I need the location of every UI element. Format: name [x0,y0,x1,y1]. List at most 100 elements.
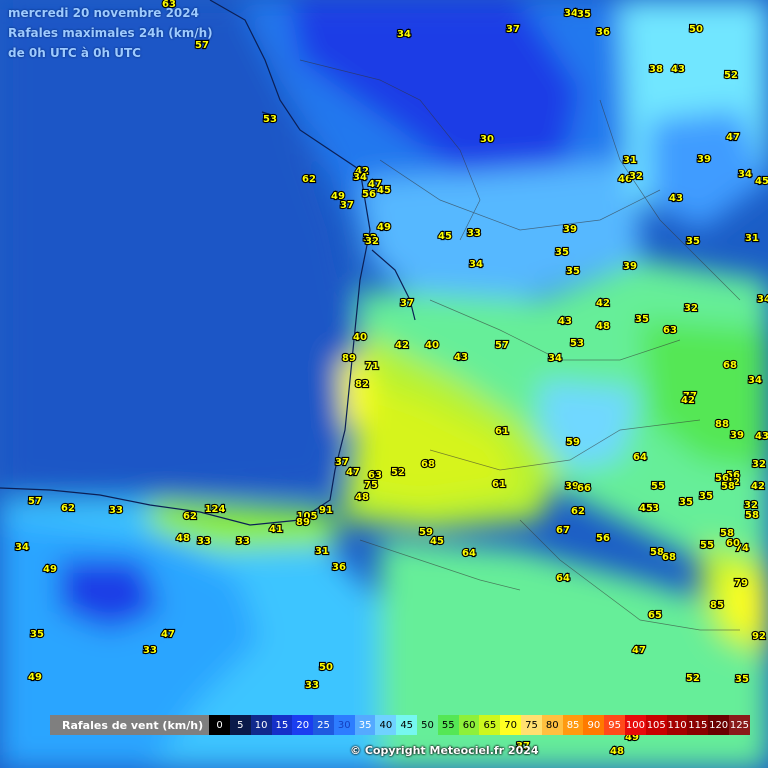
legend-swatch: 40 [375,715,397,735]
map-period: de 0h UTC à 0h UTC [8,46,141,60]
map-date: mercredi 20 novembre 2024 [8,6,199,20]
station-gust-value: 35 [686,236,700,247]
station-gust-value: 34 [15,542,29,553]
station-gust-value: 30 [480,134,494,145]
station-gust-value: 88 [715,419,729,430]
station-gust-value: 45 [377,185,391,196]
legend-swatch: 25 [313,715,334,735]
legend-swatch: 105 [645,715,667,735]
station-gust-value: 38 [649,64,663,75]
legend-swatch: 60 [458,715,480,735]
legend-swatch: 35 [354,715,376,735]
station-gust-value: 52 [391,467,405,478]
station-gust-value: 35 [566,266,580,277]
legend-swatch: 50 [417,715,438,735]
gust-field [0,0,768,768]
station-gust-value: 34 [738,169,752,180]
station-gust-value: 47 [632,645,646,656]
station-gust-value: 62 [183,511,197,522]
station-gust-value: 47 [346,467,360,478]
station-gust-value: 67 [556,525,570,536]
station-gust-value: 66 [577,483,591,494]
legend-swatch: 10 [250,715,272,735]
legend-swatch: 95 [604,715,626,735]
legend-swatch: 15 [271,715,293,735]
legend-swatch: 125 [729,715,750,735]
station-gust-value: 62 [571,506,585,517]
station-gust-value: 42 [395,340,409,351]
station-gust-value: 64 [556,573,570,584]
station-gust-value: 34 [469,259,483,270]
station-gust-value: 45 [755,176,768,187]
station-gust-value: 34 [564,8,578,19]
station-gust-value: 45 [639,503,653,514]
station-gust-value: 35 [555,247,569,258]
station-gust-value: 33 [467,228,481,239]
station-gust-value: 36 [596,27,610,38]
station-gust-value: 34 [397,29,411,40]
legend-swatch: 45 [396,715,418,735]
station-gust-value: 58 [745,510,759,521]
station-gust-value: 62 [302,174,316,185]
station-gust-value: 45 [438,231,452,242]
station-gust-value: 49 [377,222,391,233]
station-gust-value: 34 [748,375,762,386]
color-legend: Rafales de vent (km/h) 0 5 10 15 20 25 30 35 40 4… [50,715,750,735]
station-gust-value: 37 [506,24,520,35]
station-gust-value: 35 [679,497,693,508]
station-gust-value: 68 [421,459,435,470]
station-gust-value: 35 [735,674,749,685]
station-gust-value: 31 [745,233,759,244]
station-gust-value: 57 [28,496,42,507]
legend-swatch: 0 [209,715,230,735]
station-gust-value: 31 [623,155,637,166]
station-gust-value: 60 [726,538,740,549]
station-gust-value: 64 [462,548,476,559]
station-gust-value: 68 [662,552,676,563]
station-gust-value: 79 [734,578,748,589]
station-gust-value: 48 [610,746,624,757]
station-gust-value: 43 [671,64,685,75]
legend-swatch: 120 [708,715,730,735]
station-gust-value: 33 [109,505,123,516]
station-gust-value: 40 [353,332,367,343]
legend-swatch: 5 [229,715,251,735]
station-gust-value: 32 [365,236,379,247]
station-gust-value: 33 [236,536,250,547]
legend-swatch: 90 [583,715,605,735]
station-gust-value: 91 [319,505,333,516]
station-gust-value: 42 [681,395,695,406]
station-gust-value: 55 [700,540,714,551]
station-gust-value: 64 [633,452,647,463]
station-gust-value: 32 [752,459,766,470]
station-gust-value: 33 [197,536,211,547]
station-gust-value: 56 [362,189,376,200]
legend-swatch: 115 [687,715,709,735]
legend-swatch: 75 [521,715,542,735]
station-gust-value: 35 [30,629,44,640]
station-gust-value: 62 [61,503,75,514]
station-gust-value: 31 [315,546,329,557]
station-gust-value: 55 [651,481,665,492]
station-gust-value: 39 [697,154,711,165]
station-gust-value: 43 [669,193,683,204]
station-gust-value: 124 [205,504,226,515]
station-gust-value: 52 [686,673,700,684]
station-gust-value: 37 [340,200,354,211]
station-gust-value: 63 [663,325,677,336]
copyright-notice: © Copyright Meteociel.fr 2024 [350,744,539,757]
legend-swatch: 70 [500,715,522,735]
legend-swatch: 80 [541,715,563,735]
station-gust-value: 56 [596,533,610,544]
station-gust-value: 41 [269,524,283,535]
station-gust-value: 85 [710,600,724,611]
station-gust-value: 68 [723,360,737,371]
station-gust-value: 61 [492,479,506,490]
wind-gust-map: 635734 3734 3536 5038 43525330 47314632393445… [0,0,768,768]
station-gust-value: 50 [319,662,333,673]
station-gust-value: 32 [684,303,698,314]
station-gust-value: 35 [635,314,649,325]
station-gust-value: 89 [296,517,310,528]
legend-swatch: 30 [333,715,355,735]
legend-swatch: 55 [437,715,459,735]
